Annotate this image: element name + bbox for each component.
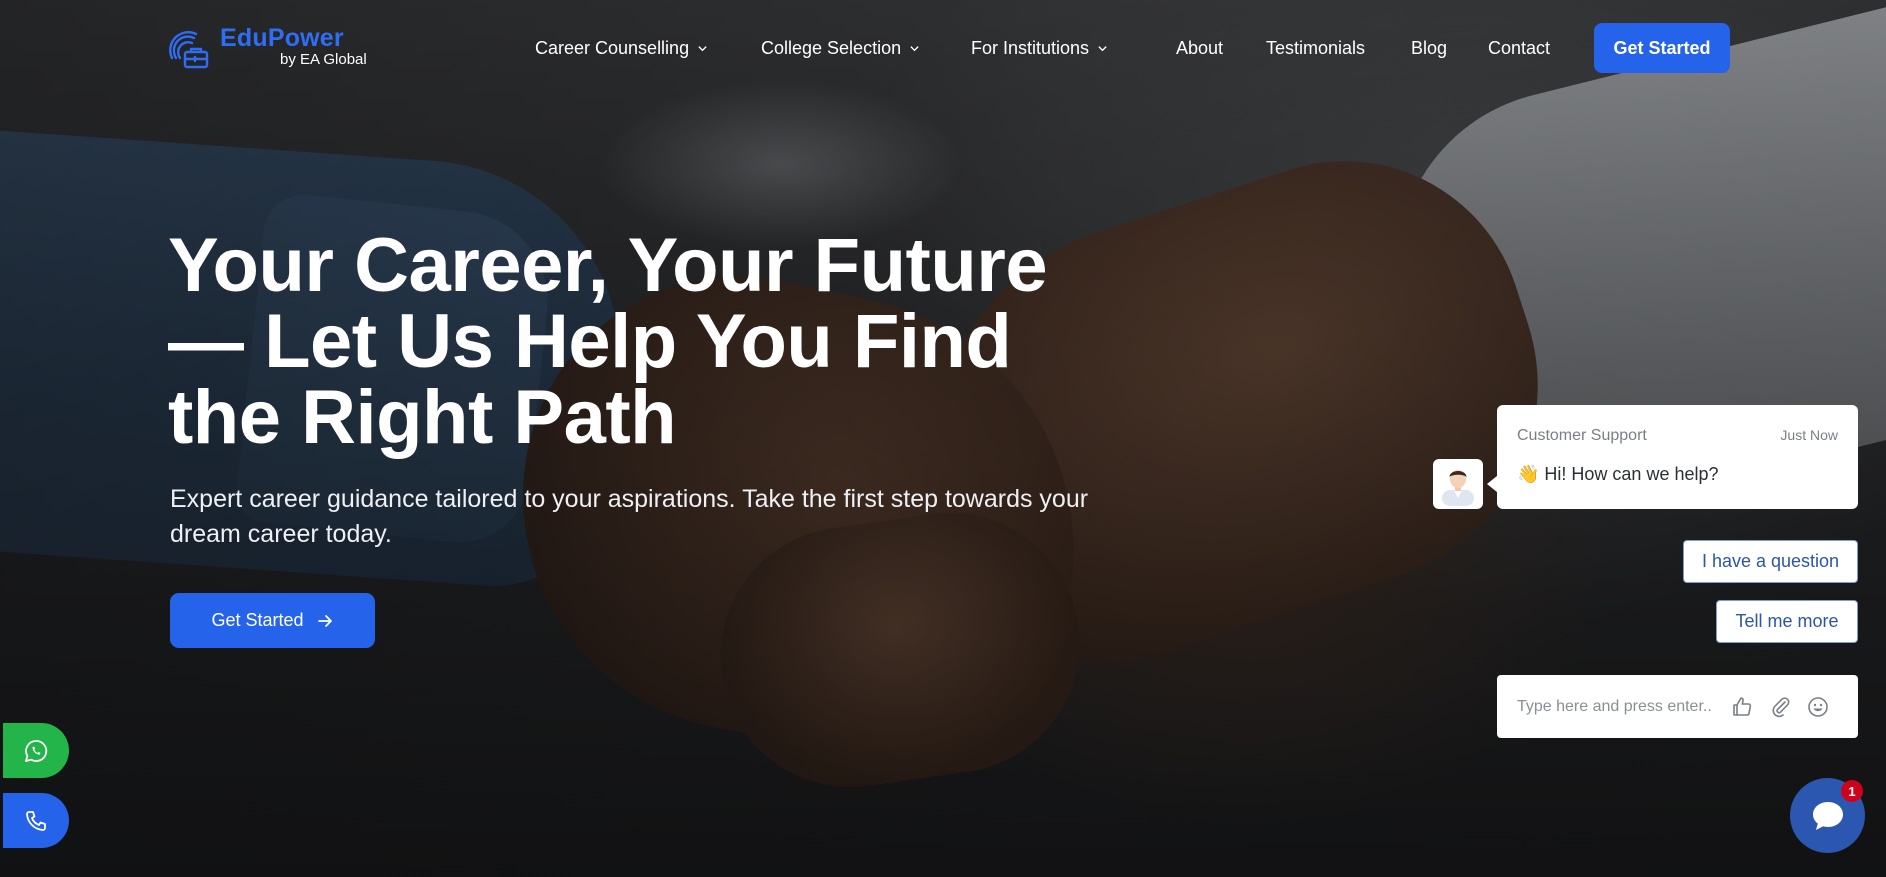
chat-timestamp: Just Now [1780, 427, 1838, 443]
compass-pencil-logo-icon [169, 31, 209, 69]
header-get-started-button[interactable]: Get Started [1594, 23, 1730, 73]
chat-message-input[interactable] [1517, 695, 1717, 719]
nav-label: For Institutions [971, 38, 1090, 58]
chat-message-card: Customer Support Just Now 👋 Hi! How can … [1497, 405, 1858, 509]
phone-icon [26, 810, 46, 831]
brand-logo[interactable]: EduPower by EA Global [168, 24, 367, 72]
thumbs-up-icon[interactable] [1730, 695, 1754, 719]
nav-item-about[interactable]: About [1176, 38, 1223, 59]
nav-label: College Selection [761, 38, 902, 58]
smiley-icon[interactable] [1806, 695, 1830, 719]
nav-label: Career Counselling [535, 38, 690, 58]
whatsapp-button[interactable] [3, 723, 69, 778]
brand-name: EduPower [220, 24, 344, 52]
nav-item-career-counselling[interactable]: Career Counselling [535, 38, 708, 59]
brand-tagline: by EA Global [280, 51, 367, 68]
arrow-right-icon [317, 614, 332, 627]
nav-item-for-institutions[interactable]: For Institutions [971, 38, 1108, 59]
hero-title: Your Career, Your Future — Let Us Help Y… [168, 223, 1048, 460]
chevron-down-icon [1098, 46, 1107, 52]
whatsapp-icon [25, 739, 48, 762]
phone-button[interactable] [3, 793, 69, 848]
quick-reply-question[interactable]: I have a question [1683, 540, 1858, 583]
chat-greeting-message: 👋 Hi! How can we help? [1517, 464, 1719, 484]
support-agent-avatar [1433, 459, 1483, 509]
nav-item-contact[interactable]: Contact [1488, 38, 1550, 59]
hero-subtitle: Expert career guidance tailored to your … [170, 485, 1089, 548]
chat-bubble-icon [1812, 801, 1843, 830]
site-header: EduPower by EA Global Career Counselling… [0, 0, 1886, 96]
nav-label: About [1176, 38, 1224, 58]
chat-bubble-tail [1487, 476, 1497, 492]
nav-item-college-selection[interactable]: College Selection [761, 38, 920, 59]
chat-agent-name: Customer Support [1517, 427, 1647, 444]
agent-avatar-icon [1442, 470, 1474, 506]
unread-count-badge: 1 [1841, 780, 1863, 802]
hero-get-started-button[interactable]: Get Started [170, 593, 375, 648]
nav-item-blog[interactable]: Blog [1411, 38, 1447, 59]
chevron-down-icon [698, 46, 707, 52]
hero-cta-label: Get Started [211, 610, 304, 630]
nav-label: Contact [1488, 38, 1551, 58]
chat-composer [1497, 675, 1858, 738]
nav-label: Testimonials [1266, 38, 1366, 58]
nav-item-testimonials[interactable]: Testimonials [1266, 38, 1365, 59]
chevron-down-icon [910, 46, 919, 52]
nav-label: Blog [1411, 38, 1448, 58]
quick-reply-tell-more[interactable]: Tell me more [1716, 600, 1858, 643]
paperclip-icon[interactable] [1769, 695, 1793, 719]
